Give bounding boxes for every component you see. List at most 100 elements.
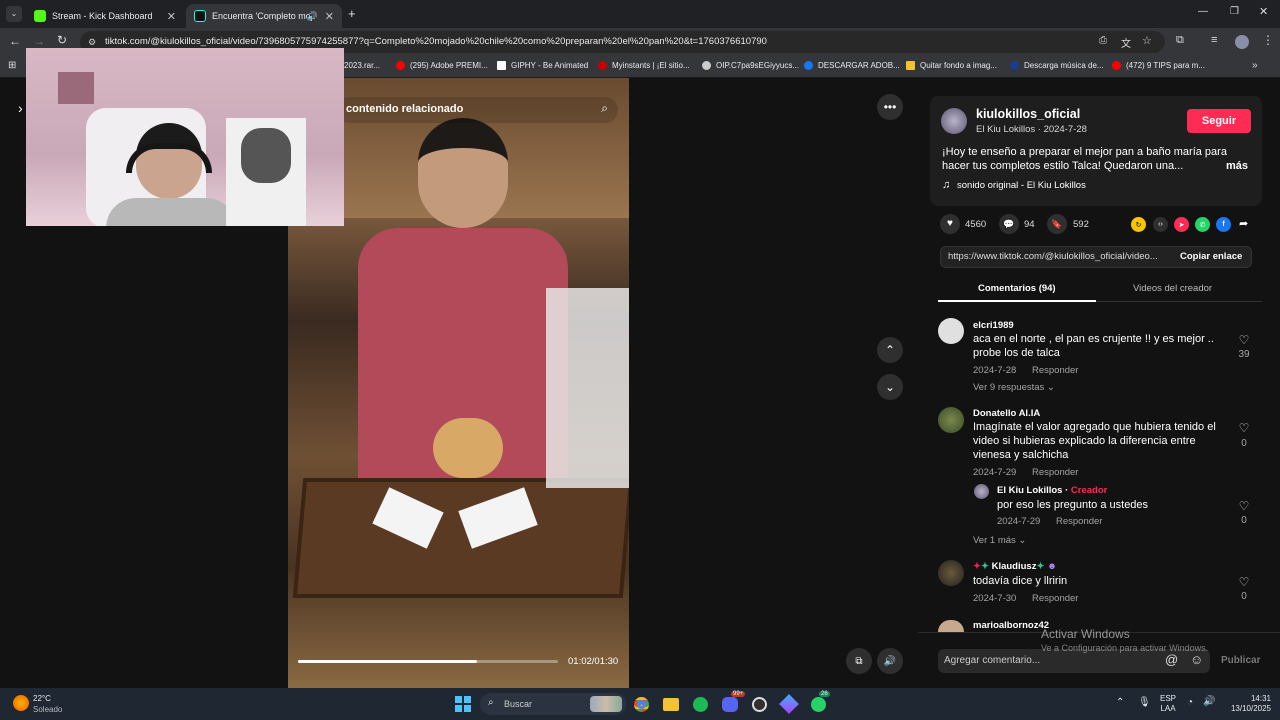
tab-tiktok[interactable]: Encuentra 'Completo mojado 🔊 ✕ <box>186 4 342 28</box>
reply-user[interactable]: El Kiu Lokillos · Creador <box>997 485 1107 496</box>
video-progress-track[interactable] <box>298 660 558 663</box>
search-input[interactable]: contenido relacionado <box>346 103 463 115</box>
wifi-icon[interactable]: ◔ <box>1187 697 1193 708</box>
facebook-icon[interactable]: f <box>1216 217 1231 232</box>
close-window-button[interactable]: ✕ <box>1259 5 1268 18</box>
profile-avatar[interactable] <box>1235 35 1249 49</box>
reply-date: 2024-7-29 <box>997 516 1041 527</box>
send-icon[interactable]: ➤ <box>1174 217 1189 232</box>
more-link[interactable]: más <box>1226 160 1248 172</box>
bookmark-item[interactable]: DESCARGAR ADOB... <box>804 61 900 70</box>
install-app-icon[interactable]: ⎙ <box>1099 35 1107 46</box>
search-icon: ⌕ <box>488 697 494 708</box>
comment-user[interactable]: elcri1989 <box>973 320 1014 331</box>
weather-icon[interactable] <box>13 695 29 711</box>
post-button[interactable]: Publicar <box>1221 655 1260 666</box>
tab-kick-dashboard[interactable]: Stream - Kick Dashboard ✕ <box>26 4 184 28</box>
embed-icon[interactable]: ‹› <box>1153 217 1168 232</box>
whatsapp-icon[interactable]: ✆ <box>1195 217 1210 232</box>
bookmark-item[interactable]: GIPHY - Be Animated <box>497 61 588 70</box>
new-tab-button[interactable]: + <box>348 6 356 21</box>
avatar[interactable] <box>974 484 989 499</box>
spotify-icon[interactable] <box>693 697 708 712</box>
reply-button[interactable]: Responder <box>1032 593 1078 604</box>
microphone-icon[interactable]: 🎙 <box>1138 697 1151 708</box>
back-icon[interactable]: ← <box>9 34 21 48</box>
bookmark-item[interactable]: 2023.rar... <box>344 61 380 70</box>
whatsapp-icon[interactable] <box>811 697 826 712</box>
bookmark-item[interactable]: Myinstants | ¡El sitio... <box>598 61 690 70</box>
extensions-icon[interactable]: ⧉ <box>1176 34 1184 47</box>
chrome-icon[interactable] <box>634 697 649 712</box>
comment-like-icon[interactable]: ♡ <box>1234 333 1254 347</box>
comment-user[interactable]: ✦✦ Klaudiusz✦ ☻ <box>973 561 1057 572</box>
tab-comments[interactable]: Comentarios (94) <box>978 283 1056 294</box>
repost-icon[interactable]: ↻ <box>1131 217 1146 232</box>
bookmark-item[interactable]: OIP.C7pa9sEGiyyucs... <box>702 61 799 70</box>
language-indicator[interactable]: ESP LAA <box>1160 694 1176 714</box>
author-username[interactable]: kiulokillos_oficial <box>976 107 1080 121</box>
next-video-button[interactable]: ⌄ <box>877 374 903 400</box>
tab-creator-videos[interactable]: Videos del creador <box>1133 283 1212 294</box>
close-tab-icon[interactable]: ✕ <box>325 10 334 23</box>
comment-like-icon[interactable]: ♡ <box>1234 421 1254 435</box>
view-replies-button[interactable]: Ver 9 respuestas ⌄ <box>973 382 1055 393</box>
sound-link[interactable]: sonido original - El Kiu Lokillos <box>957 180 1086 191</box>
reload-icon[interactable]: ↻ <box>57 33 67 47</box>
reply-button[interactable]: Responder <box>1032 365 1078 376</box>
start-button[interactable] <box>455 696 471 712</box>
taskbar-search[interactable]: ⌕ Buscar <box>480 693 626 715</box>
mini-player-button[interactable]: ⧉ <box>846 648 872 674</box>
comment-button[interactable]: 💬 <box>999 214 1019 234</box>
bookmark-item[interactable]: Descarga música de... <box>1010 61 1104 70</box>
volume-button[interactable]: 🔊 <box>877 648 903 674</box>
apps-grid-icon[interactable]: ⊞ <box>8 60 16 71</box>
video-link[interactable]: https://www.tiktok.com/@kiulokillos_ofic… <box>948 251 1170 262</box>
collapse-sidebar-icon[interactable]: › <box>18 100 23 116</box>
like-button[interactable]: ♥ <box>940 214 960 234</box>
tiktok-icon <box>194 10 206 22</box>
more-bookmarks-icon[interactable]: » <box>1252 60 1258 71</box>
close-tab-icon[interactable]: ✕ <box>167 10 176 23</box>
comment-like-icon[interactable]: ♡ <box>1234 499 1254 513</box>
mention-icon[interactable]: @ <box>1165 652 1178 667</box>
avatar[interactable] <box>938 560 964 586</box>
volume-icon[interactable]: 🔊 <box>1203 696 1215 707</box>
comment-like-icon[interactable]: ♡ <box>1234 575 1254 589</box>
copy-link-button[interactable]: Copiar enlace <box>1180 251 1242 262</box>
clock[interactable]: 14:31 13/10/2025 <box>1226 694 1271 714</box>
translate-icon[interactable]: 文 <box>1121 35 1131 50</box>
forward-icon[interactable]: → <box>33 34 45 48</box>
show-hidden-icons[interactable]: ⌃ <box>1116 697 1124 708</box>
minimize-button[interactable]: — <box>1198 6 1208 17</box>
app-icon[interactable] <box>779 694 799 714</box>
reply-button[interactable]: Responder <box>1056 516 1102 527</box>
obs-icon[interactable] <box>752 697 767 712</box>
author-avatar[interactable] <box>941 108 967 134</box>
view-more-button[interactable]: Ver 1 más ⌄ <box>973 535 1026 546</box>
reply-button[interactable]: Responder <box>1032 467 1078 478</box>
tab-search-button[interactable]: ⌄ <box>6 6 22 22</box>
bookmark-item[interactable]: (472) 9 TIPS para m... <box>1112 61 1205 70</box>
restore-button[interactable]: ❐ <box>1230 6 1239 17</box>
share-arrow-icon[interactable]: ➦ <box>1239 217 1248 230</box>
comment-user[interactable]: marioalbornoz42 <box>973 620 1049 631</box>
menu-dots-icon[interactable]: ⋮ <box>1262 33 1274 47</box>
bookmark-item[interactable]: (295) Adobe PREMI... <box>396 61 488 70</box>
save-button[interactable]: 🔖 <box>1047 214 1067 234</box>
emoji-icon[interactable]: ☺ <box>1190 652 1203 667</box>
discord-icon[interactable] <box>722 697 738 712</box>
bookmark-star-icon[interactable]: ☆ <box>1142 34 1152 47</box>
search-bar[interactable]: contenido relacionado ⌕ <box>336 97 618 123</box>
follow-button[interactable]: Seguir <box>1187 109 1251 133</box>
media-control-icon[interactable]: ≡ <box>1211 34 1217 46</box>
file-explorer-icon[interactable] <box>663 698 679 711</box>
comment-user[interactable]: Donatello Al.IA <box>973 408 1040 419</box>
previous-video-button[interactable]: ⌃ <box>877 337 903 363</box>
audio-playing-icon[interactable]: 🔊 <box>307 11 318 22</box>
more-options-button[interactable]: ••• <box>877 94 903 120</box>
bookmark-item[interactable]: Quitar fondo a imag... <box>906 61 997 70</box>
avatar[interactable] <box>938 407 964 433</box>
search-icon[interactable]: ⌕ <box>601 101 608 116</box>
avatar[interactable] <box>938 318 964 344</box>
